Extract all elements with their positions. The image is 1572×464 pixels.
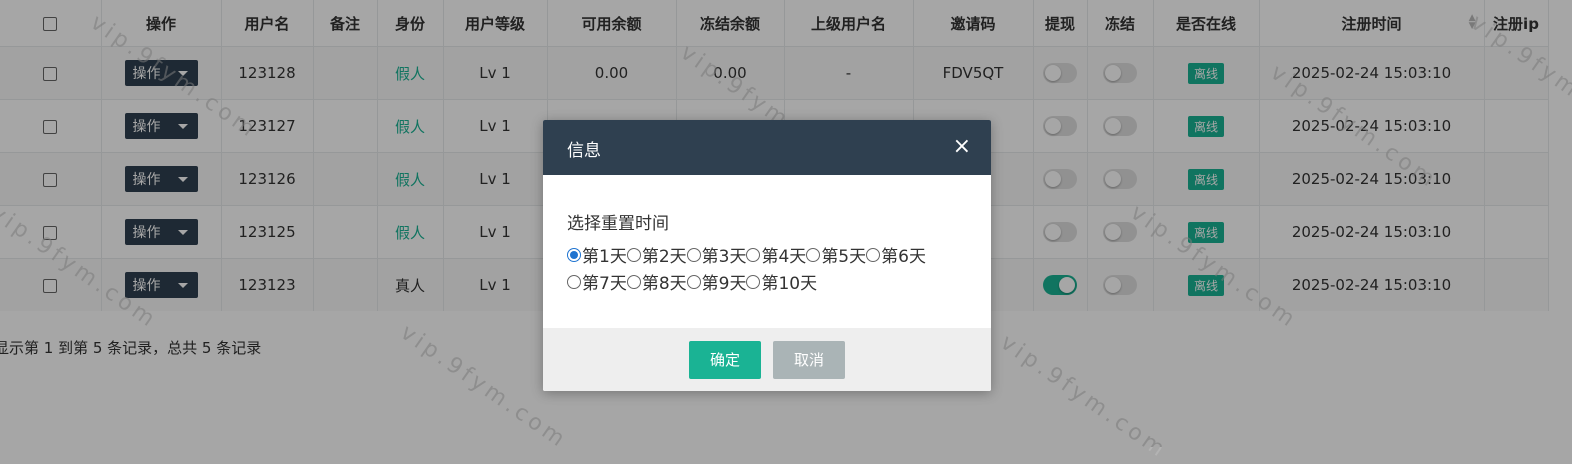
dialog-title: 信息	[567, 141, 601, 161]
reset-day-option[interactable]: 第9天	[686, 271, 747, 298]
cancel-button[interactable]: 取消	[773, 340, 845, 379]
confirm-button[interactable]: 确定	[689, 340, 761, 379]
reset-day-option[interactable]: 第6天	[866, 244, 926, 271]
reset-day-radio-group: 第1天 第2天 第3天 第4天 第5天 第6天第7天 第8天 第9天 第10天	[567, 244, 967, 298]
reset-day-option[interactable]: 第3天	[686, 244, 747, 271]
radio-button[interactable]	[746, 275, 761, 289]
close-icon[interactable]: ×	[953, 134, 971, 159]
radio-button[interactable]	[686, 275, 701, 289]
radio-button[interactable]	[686, 248, 701, 262]
reset-day-option[interactable]: 第5天	[806, 244, 866, 271]
radio-button[interactable]	[567, 248, 581, 262]
radio-button[interactable]	[806, 248, 821, 262]
radio-label: 第5天	[821, 247, 867, 267]
dialog-header: 信息 ×	[543, 120, 991, 175]
reset-day-option[interactable]: 第4天	[746, 244, 806, 271]
radio-label: 第4天	[761, 247, 807, 267]
dialog-footer: 确定 取消	[543, 328, 991, 391]
radio-button[interactable]	[626, 275, 641, 289]
reset-day-option[interactable]: 第2天	[626, 244, 687, 271]
reset-time-label: 选择重置时间	[567, 214, 669, 234]
radio-label: 第2天	[641, 247, 687, 267]
reset-day-option[interactable]: 第10天	[746, 271, 817, 298]
radio-button[interactable]	[626, 248, 641, 262]
info-dialog: 信息 × 选择重置时间 第1天 第2天 第3天 第4天 第5天 第6天第7天 第8天 第9天第…	[543, 120, 991, 391]
radio-label: 第6天	[881, 247, 926, 267]
radio-button[interactable]	[866, 248, 881, 262]
radio-label: 第7天	[582, 274, 627, 294]
radio-label: 第3天	[701, 247, 747, 267]
radio-button[interactable]	[746, 248, 761, 262]
radio-label: 第10天	[761, 274, 818, 294]
radio-label: 第9天	[701, 274, 747, 294]
reset-day-option[interactable]: 第7天	[567, 271, 627, 298]
radio-label: 第1天	[582, 247, 627, 267]
radio-button[interactable]	[567, 275, 581, 289]
reset-day-option[interactable]: 第1天	[567, 244, 627, 271]
reset-day-option[interactable]: 第8天	[626, 271, 687, 298]
radio-label: 第8天	[641, 274, 687, 294]
dialog-body: 选择重置时间 第1天 第2天 第3天 第4天 第5天 第6天第7天 第8天 第9天 第10天	[543, 175, 991, 294]
